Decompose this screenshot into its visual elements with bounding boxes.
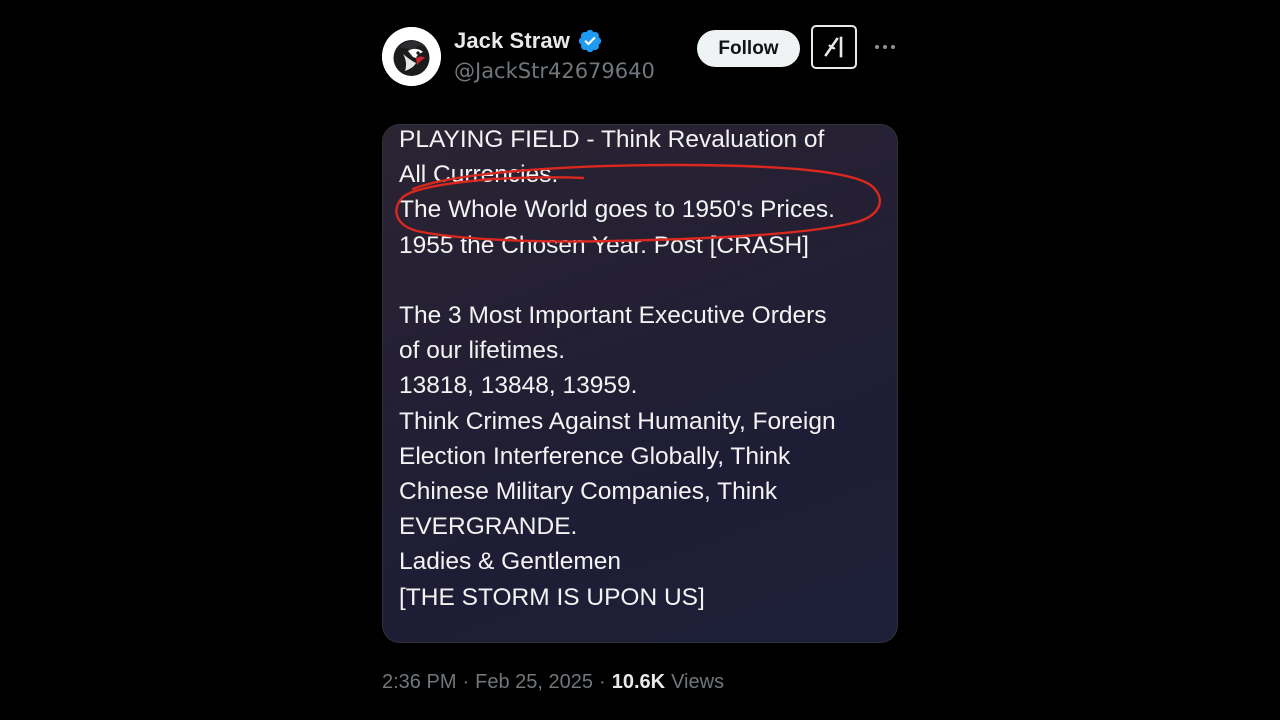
image-text-line: Think Crimes Against Humanity, Foreign [399,407,836,435]
image-text-line: The 3 Most Important Executive Orders [399,302,827,329]
post-time[interactable]: 2:36 PM [382,671,456,694]
image-text-line: 1955 the Chosen Year. Post [CRASH] [399,231,809,259]
image-text-line: Election Interference Globally, Think [399,442,791,470]
author-avatar[interactable] [382,27,441,86]
image-text-line: PLAYING FIELD - Think Revaluation of [399,126,825,153]
more-dot [883,45,887,49]
author-display-name[interactable]: Jack Straw [454,28,570,54]
image-text-line: Chinese Military Companies, Think [399,478,778,506]
hawk-head-avatar-icon [382,27,441,86]
views-label: Views [671,671,725,693]
image-text-line: of our lifetimes. [399,337,566,365]
post-view: Jack Straw @JackStr42679640 Follow PLAYI… [0,0,1280,720]
post-metadata: 2:36 PM · Feb 25, 2025 · 10.6K Views [382,671,724,694]
grok-icon [824,36,843,58]
views-count: 10.6K [611,671,666,693]
author-handle[interactable]: @JackStr42679640 [454,59,655,83]
image-text-line: EVERGRANDE. [399,513,578,541]
image-text-line: [THE STORM IS UPON US] [399,583,705,611]
post-image-text: PLAYING FIELD - Think Revaluation of All… [399,125,894,615]
separator-dot: · [462,671,470,693]
image-text-line-highlighted: The Whole World goes to 1950's Prices. [399,196,835,224]
author-name-row: Jack Straw [454,28,603,54]
post-date[interactable]: Feb 25, 2025 [475,671,593,694]
image-text-line: 13818, 13848, 13959. [399,372,638,400]
more-options-icon[interactable] [872,36,898,58]
separator-dot: · [599,671,606,693]
post-image[interactable]: PLAYING FIELD - Think Revaluation of All… [382,124,898,643]
follow-button[interactable]: Follow [697,30,800,67]
grok-button[interactable] [811,25,857,69]
verified-badge-icon [578,29,602,53]
more-dot [875,45,879,49]
image-text-line: All Currencies. [399,161,559,189]
more-dot [891,45,895,49]
image-text-line: Ladies & Gentlemen [399,548,621,576]
